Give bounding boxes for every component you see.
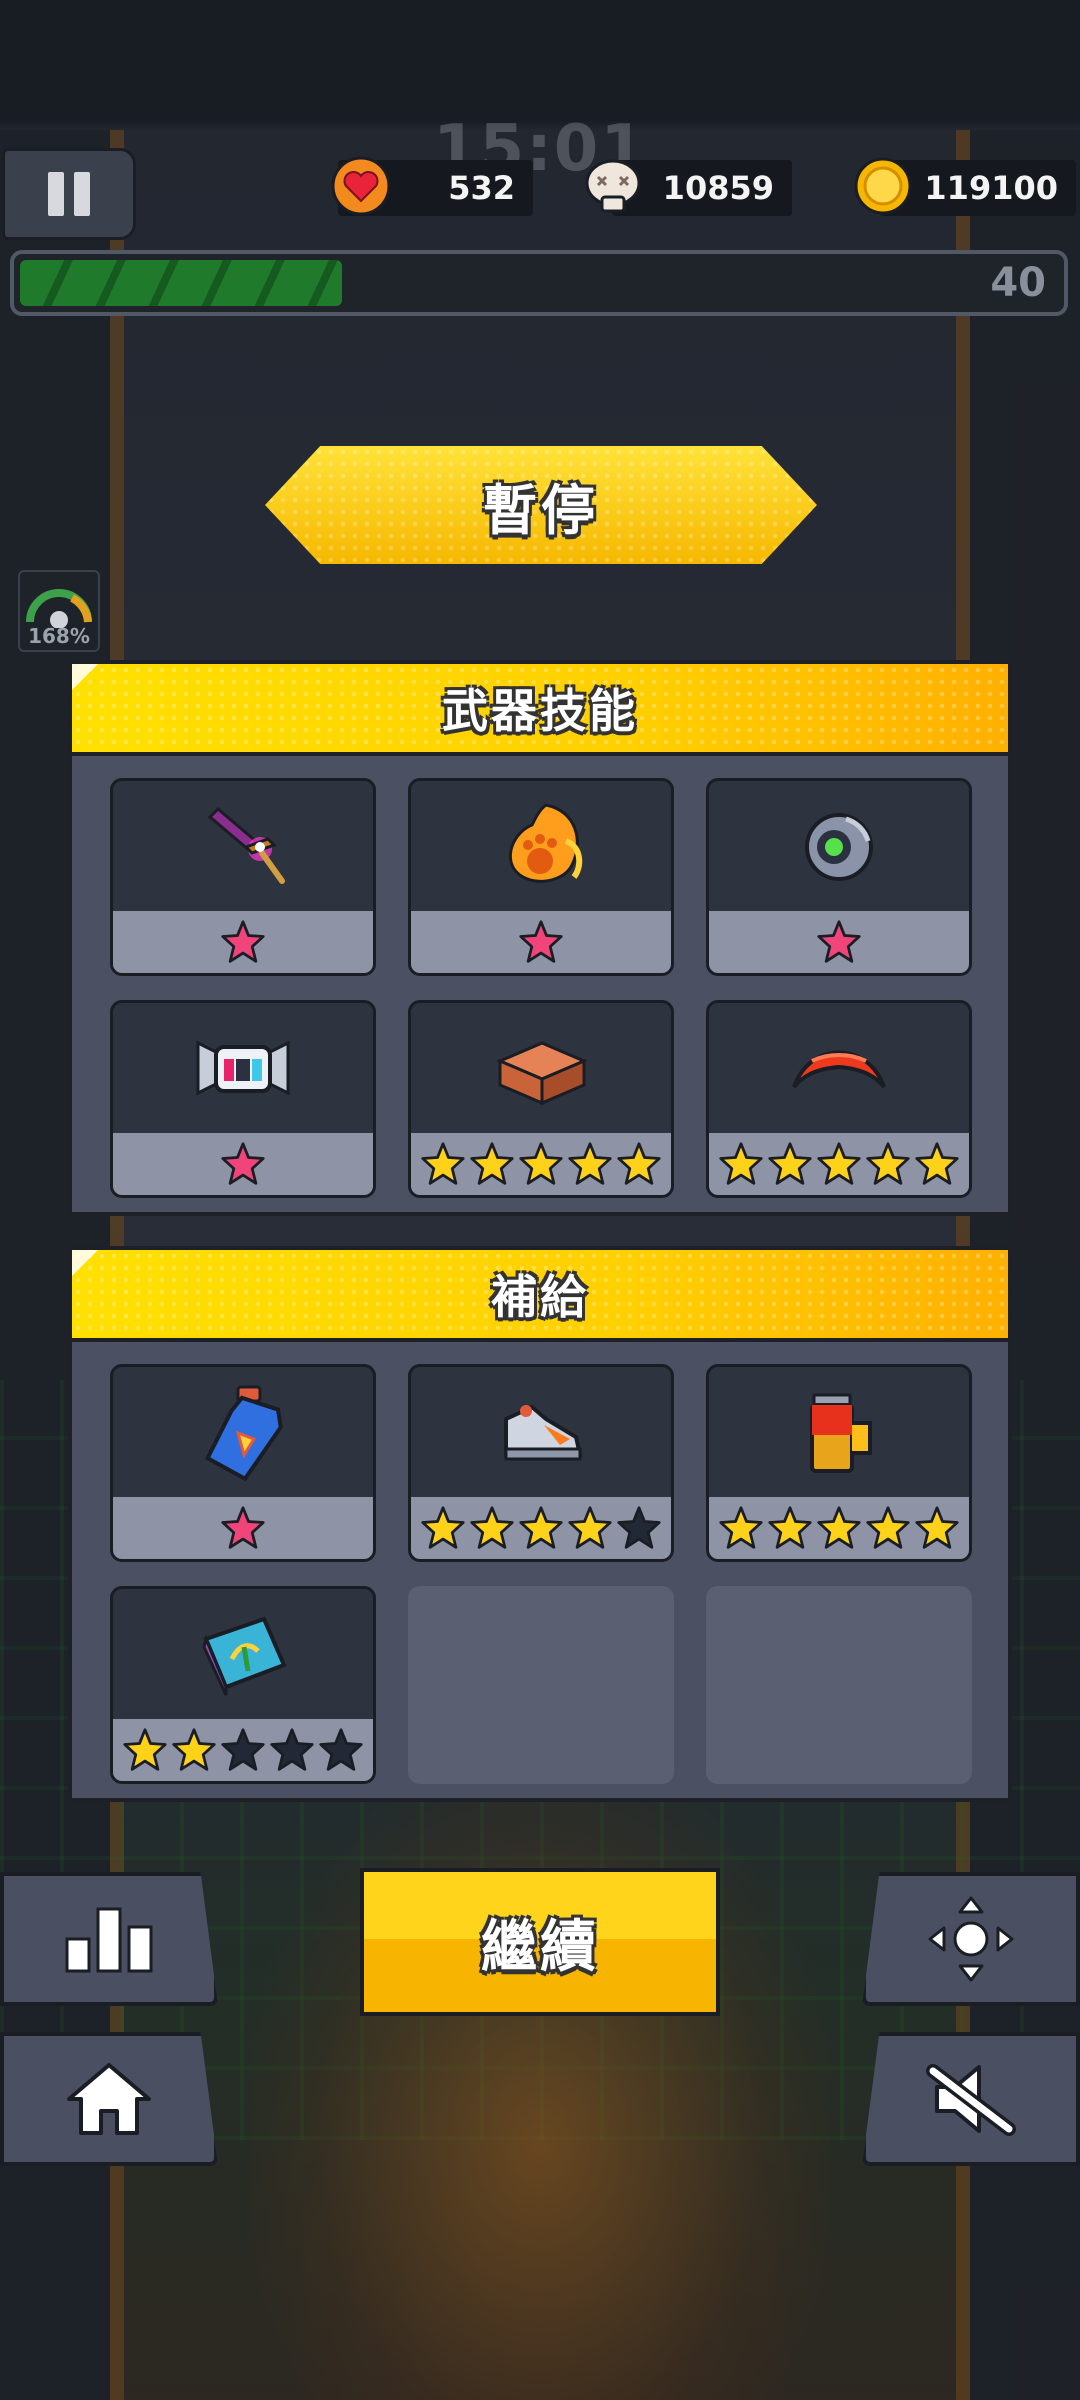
coin-icon — [854, 157, 912, 215]
filled-star-icon — [768, 1506, 812, 1549]
star-rating — [113, 1719, 373, 1781]
continue-button[interactable]: 繼續 — [360, 1868, 720, 2016]
heart-icon — [331, 156, 391, 216]
purple-sword-icon — [113, 781, 373, 911]
speed-gauge-value: 168% — [28, 624, 90, 648]
supply-slot — [110, 1364, 376, 1562]
supply-panel: 補給 — [68, 1246, 1012, 1802]
filled-star-icon — [817, 1506, 861, 1549]
player-level: 40 — [990, 260, 1046, 306]
filled-star-icon — [421, 1142, 465, 1185]
stats-button[interactable] — [0, 1872, 218, 2006]
star-rating — [709, 1497, 969, 1559]
empty-star-icon — [319, 1728, 363, 1771]
filled-star-icon — [470, 1142, 514, 1185]
filled-star-icon — [568, 1142, 612, 1185]
supply-empty-slot — [408, 1586, 674, 1784]
filled-star-icon — [470, 1506, 514, 1549]
battery-icon — [709, 1367, 969, 1497]
speed-gauge: 168% — [18, 570, 100, 652]
robot-helmet-icon — [113, 1003, 373, 1133]
empty-star-icon — [221, 1728, 265, 1771]
continue-label: 繼續 — [481, 1914, 599, 1980]
star-rating — [113, 1133, 373, 1195]
supply-empty-slot — [706, 1586, 972, 1784]
weapon-slot — [408, 778, 674, 976]
eyeball-drone-icon — [709, 781, 969, 911]
filled-star-icon — [768, 1142, 812, 1185]
supply-title: 補給 — [491, 1270, 589, 1324]
weapon-skills-panel: 武器技能 — [68, 660, 1012, 1216]
red-boomerang-icon — [709, 1003, 969, 1133]
filled-star-icon — [866, 1506, 910, 1549]
pause-title-banner: 暫停 — [265, 446, 817, 564]
fire-paw-icon — [411, 781, 671, 911]
home-icon — [67, 2063, 151, 2135]
supply-header: 補給 — [72, 1250, 1008, 1342]
filled-star-icon — [421, 1506, 465, 1549]
filled-star-icon — [817, 1142, 861, 1185]
book-icon — [113, 1589, 373, 1719]
weapon-slot — [706, 778, 972, 976]
supply-slot — [706, 1364, 972, 1562]
xp-progress-fill — [20, 260, 343, 306]
pause-button[interactable] — [2, 148, 136, 240]
star-rating — [411, 911, 671, 973]
home-button[interactable] — [0, 2032, 218, 2166]
filled-star-icon — [519, 920, 563, 963]
joystick-icon — [928, 1896, 1014, 1982]
filled-star-icon — [915, 1142, 959, 1185]
star-rating — [411, 1133, 671, 1195]
filled-star-icon — [568, 1506, 612, 1549]
supply-slot — [408, 1364, 674, 1562]
star-rating — [113, 1497, 373, 1559]
gauge-icon — [26, 589, 92, 629]
star-rating — [709, 1133, 969, 1195]
filled-star-icon — [172, 1728, 216, 1771]
weapon-slot — [110, 1000, 376, 1198]
empty-star-icon — [617, 1506, 661, 1549]
filled-star-icon — [123, 1728, 167, 1771]
filled-star-icon — [221, 920, 265, 963]
weapon-skills-title: 武器技能 — [442, 684, 638, 738]
weapon-slot — [110, 778, 376, 976]
sneaker-icon — [411, 1367, 671, 1497]
supply-slot — [110, 1586, 376, 1784]
filled-star-icon — [519, 1506, 563, 1549]
weapon-slot — [706, 1000, 972, 1198]
filled-star-icon — [617, 1142, 661, 1185]
filled-star-icon — [719, 1142, 763, 1185]
filled-star-icon — [817, 920, 861, 963]
filled-star-icon — [221, 1142, 265, 1185]
filled-star-icon — [519, 1142, 563, 1185]
skull-icon — [585, 159, 641, 213]
empty-star-icon — [270, 1728, 314, 1771]
weapon-skills-header: 武器技能 — [72, 664, 1008, 756]
weapon-slot — [408, 1000, 674, 1198]
brick-icon — [411, 1003, 671, 1133]
mute-button[interactable] — [862, 2032, 1080, 2166]
star-rating — [113, 911, 373, 973]
filled-star-icon — [221, 1506, 265, 1549]
filled-star-icon — [719, 1506, 763, 1549]
bar-chart-icon — [65, 1907, 153, 1973]
potion-bottle-icon — [113, 1367, 373, 1497]
speaker-muted-icon — [926, 2064, 1016, 2136]
page-title: 暫停 — [483, 478, 599, 542]
star-rating — [411, 1497, 671, 1559]
filled-star-icon — [866, 1142, 910, 1185]
joystick-settings-button[interactable] — [862, 1872, 1080, 2006]
xp-progress-bar: 40 — [10, 250, 1068, 316]
filled-star-icon — [915, 1506, 959, 1549]
star-rating — [709, 911, 969, 973]
